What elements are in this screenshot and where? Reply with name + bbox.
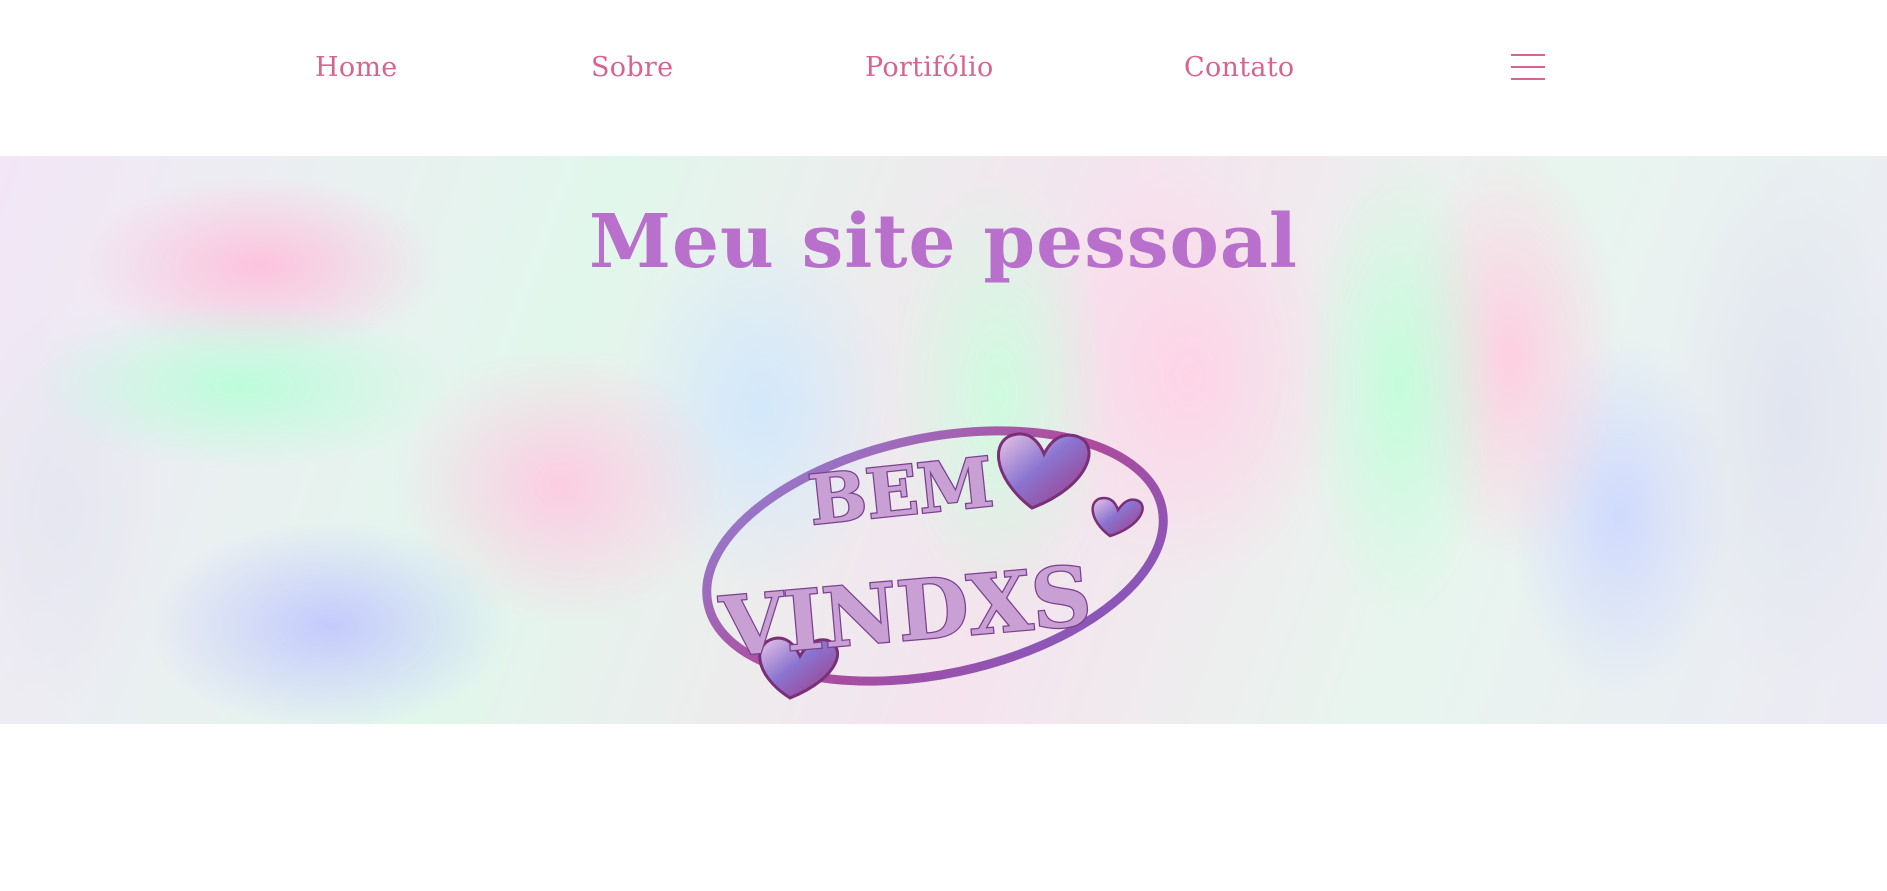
top-navigation: Home Sobre Portifólio Contato — [0, 0, 1887, 156]
welcome-line-vindxs: VINDXS — [716, 548, 1095, 676]
welcome-logo-image: BEM VINDXS — [702, 426, 1168, 700]
hamburger-menu-icon[interactable] — [1511, 52, 1545, 82]
welcome-line-bem: BEM — [805, 442, 997, 541]
nav-link-contato[interactable]: Contato — [1184, 52, 1294, 83]
nav-link-home[interactable]: Home — [315, 52, 398, 83]
nav-link-sobre[interactable]: Sobre — [591, 52, 673, 83]
hero-banner: Meu site pessoal BEM VINDXS — [0, 156, 1887, 724]
heart-icon — [996, 432, 1091, 510]
heart-icon — [1091, 496, 1144, 538]
hero-title: Meu site pessoal — [589, 199, 1298, 285]
nav-link-portfolio[interactable]: Portifólio — [865, 52, 994, 83]
page: Home Sobre Portifólio Contato Meu site p… — [0, 0, 1887, 891]
